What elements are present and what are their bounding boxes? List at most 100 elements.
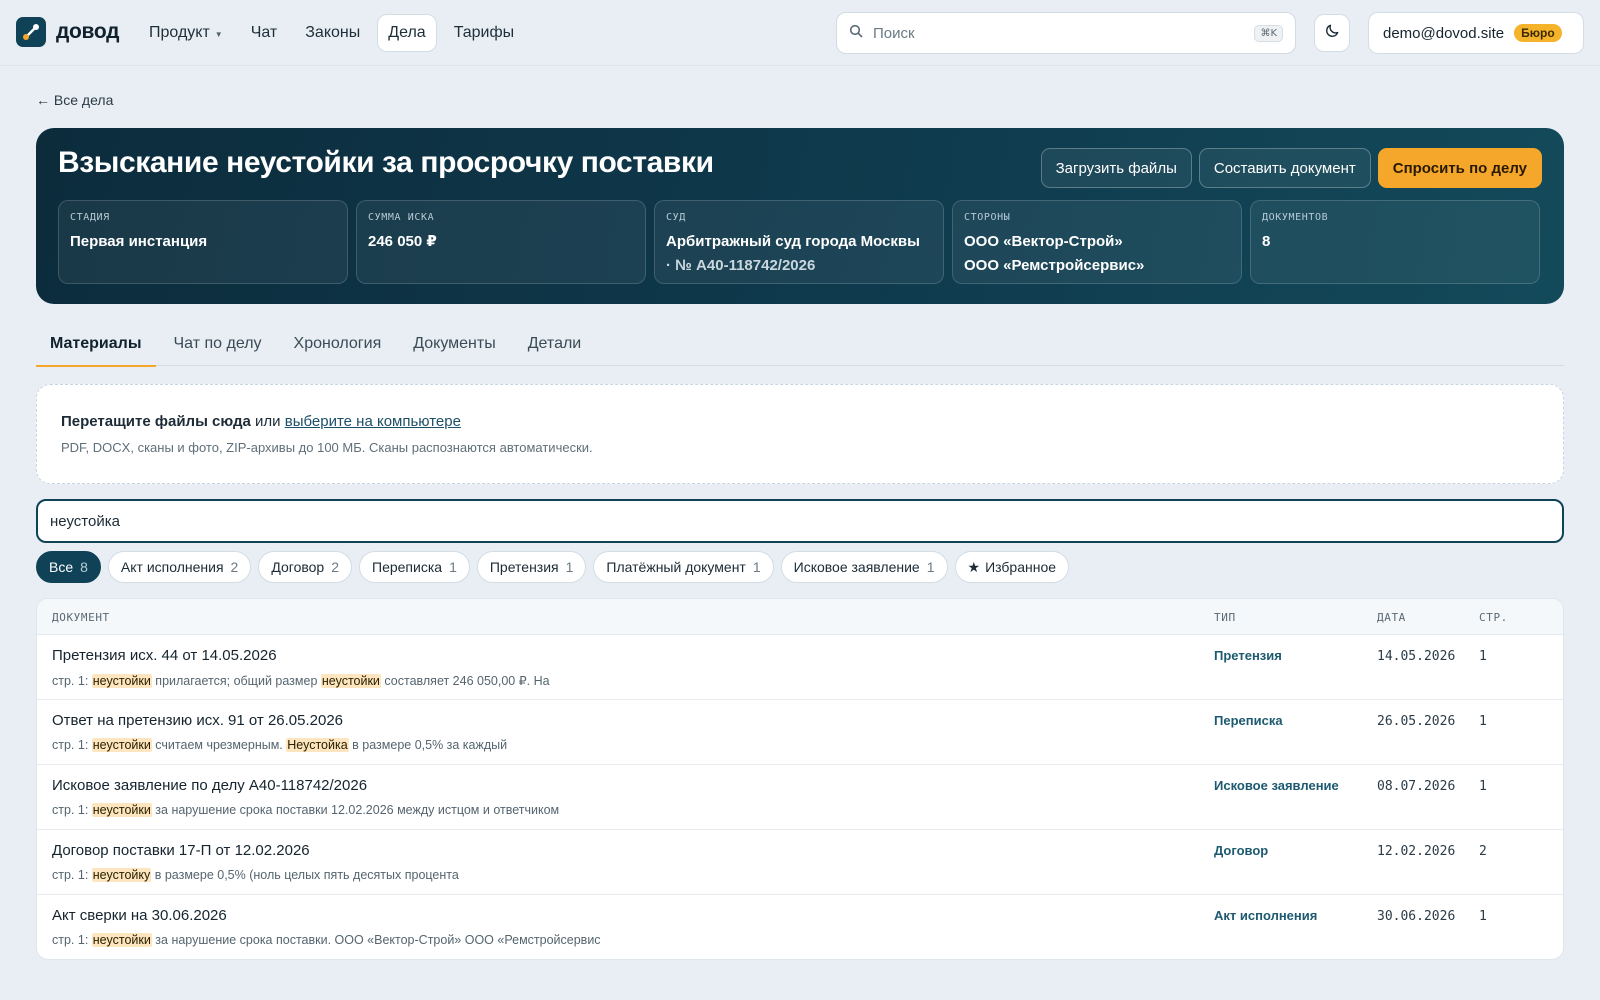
tab-timeline[interactable]: Хронология (280, 322, 396, 366)
chip-payment-document[interactable]: Платёжный документ 1 (593, 551, 774, 583)
tab-details[interactable]: Детали (514, 322, 596, 366)
nav-item-label: Продукт (149, 24, 210, 41)
chip-correspondence[interactable]: Переписка 1 (359, 551, 470, 583)
chip-label: Претензия (489, 559, 559, 575)
chip-all[interactable]: Все 8 (36, 551, 101, 583)
tab-case-chat[interactable]: Чат по делу (160, 322, 276, 366)
drop-zone-title: Перетащите файлы сюда (61, 413, 251, 430)
ask-about-case-button[interactable]: Спросить по делу (1377, 148, 1542, 188)
case-title: Взыскание неустойки за просрочку поставк… (58, 146, 714, 179)
snippet-text: стр. 1: (52, 933, 92, 947)
drop-zone-text: Перетащите файлы сюда или выберите на ко… (61, 413, 1539, 430)
document-snippet: стр. 1: неустойки за нарушение срока пос… (52, 803, 559, 817)
logo[interactable]: довод (16, 17, 119, 47)
search-shortcut: ⌘K (1254, 24, 1283, 42)
column-header-pages[interactable]: Стр. (1479, 611, 1508, 624)
column-header-type[interactable]: Тип (1214, 611, 1236, 624)
star-icon: ★ (967, 558, 981, 575)
document-title: Исковое заявление по делу А40-118742/202… (52, 777, 368, 794)
stat-label: Стадия (70, 212, 110, 223)
stat-label: Стороны (964, 212, 1011, 223)
nav-item-cases[interactable]: Дела (377, 14, 437, 52)
table-row[interactable]: Исковое заявление по делу А40-118742/202… (37, 765, 1563, 830)
table-row[interactable]: Ответ на претензию исх. 91 от 26.05.2026… (37, 700, 1563, 765)
compose-document-button[interactable]: Составить документ (1198, 148, 1371, 188)
case-header: Взыскание неустойки за просрочку поставк… (36, 128, 1564, 304)
brand-name: довод (56, 20, 120, 43)
choose-file-link[interactable]: выберите на компьютере (285, 413, 461, 430)
document-pages: 1 (1479, 909, 1487, 924)
chip-acceptance-act[interactable]: Акт исполнения 2 (107, 551, 252, 583)
stat-court: Суд Арбитражный суд города Москвы · № А4… (654, 200, 944, 284)
theme-toggle-button[interactable] (1314, 14, 1350, 52)
stat-documents: Документов 8 (1250, 200, 1540, 284)
chip-count: 1 (449, 559, 457, 575)
table-row[interactable]: Акт сверки на 30.06.2026 стр. 1: неустойк… (37, 895, 1563, 959)
global-search[interactable]: ⌘K (836, 12, 1296, 54)
chip-count: 8 (80, 559, 88, 575)
column-header-date[interactable]: Дата (1377, 611, 1406, 624)
table-row[interactable]: Договор поставки 17-П от 12.02.2026 стр. … (37, 830, 1563, 895)
case-actions: Загрузить файлы Составить документ Спрос… (1034, 148, 1542, 188)
chip-contract[interactable]: Договор 2 (258, 551, 353, 583)
chip-favorites[interactable]: ★ Избранное (954, 551, 1070, 583)
document-date: 30.06.2026 (1377, 909, 1456, 924)
search-highlight: неустойки (91, 933, 152, 947)
stat-label: Сумма иска (368, 212, 435, 223)
column-header-document[interactable]: Документ (52, 611, 110, 624)
chip-claim-letter[interactable]: Претензия 1 (476, 551, 587, 583)
nav-item-laws[interactable]: Законы (294, 14, 371, 52)
top-bar: довод Продукт ▼ Чат Законы Дела Тарифы ⌘… (0, 0, 1600, 66)
nav-item-product[interactable]: Продукт ▼ (138, 14, 234, 52)
document-pages: 1 (1479, 779, 1487, 794)
documents-table: Документ Тип Дата Стр. Претензия исх. 44… (36, 598, 1564, 960)
account-menu[interactable]: demo@dovod.site Бюро (1368, 12, 1584, 54)
document-title: Договор поставки 17-П от 12.02.2026 (52, 842, 310, 859)
back-to-cases-link[interactable]: ← Все дела (36, 92, 113, 108)
upload-files-button[interactable]: Загрузить файлы (1040, 148, 1192, 188)
chip-label: Избранное (985, 559, 1057, 575)
account-email: demo@dovod.site (1383, 24, 1505, 42)
document-pages: 1 (1479, 649, 1487, 664)
chip-label: Все (49, 559, 74, 575)
type-filter-chips: Все 8 Акт исполнения 2 Договор 2 Переписка 1… (36, 551, 1076, 583)
search-input[interactable] (873, 24, 1255, 42)
stat-value: Первая инстанция (70, 233, 208, 250)
drop-zone-or: или (250, 413, 285, 430)
tab-documents[interactable]: Документы (399, 322, 509, 366)
file-drop-zone[interactable]: Перетащите файлы сюда или выберите на ко… (36, 384, 1564, 484)
nav-item-chat[interactable]: Чат (240, 14, 289, 52)
stat-value: ООО «Вектор-Строй» (964, 233, 1123, 250)
tab-materials[interactable]: Материалы (36, 322, 156, 367)
drop-zone-hint: PDF, DOCX, сканы и фото, ZIP-архивы до 1… (61, 440, 593, 455)
table-row[interactable]: Претензия исх. 44 от 14.05.2026 стр. 1: н… (37, 635, 1563, 700)
main-nav: Продукт ▼ Чат Законы Дела Тарифы (138, 14, 531, 52)
snippet-text: в размере 0,5% (ноль целых пять десятых … (151, 868, 459, 882)
nav-item-pricing[interactable]: Тарифы (443, 14, 525, 52)
stat-value: 246 050 ₽ (368, 233, 437, 250)
chip-count: 2 (331, 559, 340, 575)
chip-statement-of-claim[interactable]: Исковое заявление 1 (780, 551, 948, 583)
document-type: Переписка (1214, 713, 1283, 728)
stat-stage: Стадия Первая инстанция (58, 200, 348, 284)
materials-search-input[interactable] (36, 499, 1564, 543)
stat-claim-amount: Сумма иска 246 050 ₽ (356, 200, 646, 284)
snippet-text: считаем чрезмерным. (151, 738, 287, 752)
stat-value: 8 (1262, 233, 1271, 250)
snippet-text: стр. 1: (52, 803, 92, 817)
document-title: Ответ на претензию исх. 91 от 26.05.2026 (52, 712, 344, 729)
document-snippet: стр. 1: неустойки считаем чрезмерным. Не… (52, 738, 507, 752)
plan-badge: Бюро (1514, 24, 1562, 42)
chip-label: Платёжный документ (606, 559, 746, 575)
search-highlight: неустойки (91, 803, 152, 817)
chevron-down-icon: ▼ (214, 30, 223, 39)
nav-item-label: Тарифы (453, 24, 515, 41)
snippet-text: прилагается; общий размер (151, 674, 321, 688)
search-highlight: Неустойка (286, 738, 349, 752)
document-type: Акт исполнения (1214, 908, 1318, 923)
stat-value-secondary: ООО «Ремстройсервис» (964, 257, 1145, 274)
chip-label: Акт исполнения (120, 559, 224, 575)
document-date: 26.05.2026 (1377, 714, 1456, 729)
document-type: Договор (1214, 843, 1269, 858)
chip-count: 2 (230, 559, 239, 575)
